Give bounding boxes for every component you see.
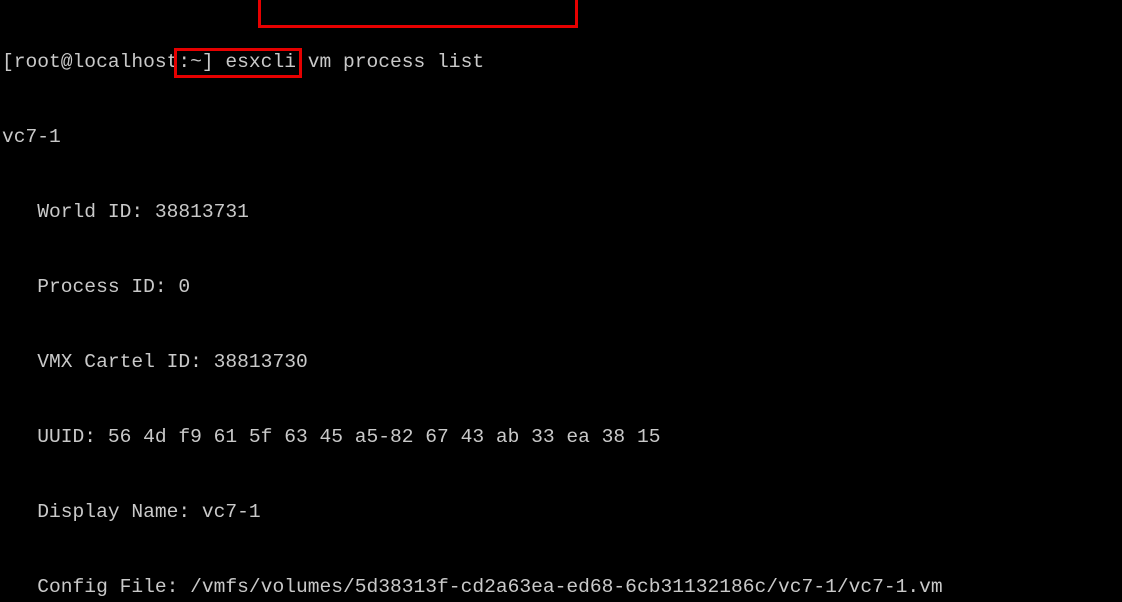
terminal-line: Display Name: vc7-1 <box>2 501 261 523</box>
terminal-line: Config File: /vmfs/volumes/5d38313f-cd2a… <box>2 576 943 598</box>
terminal-window[interactable]: [root@localhost:~] esxcli vm process lis… <box>0 0 1122 602</box>
terminal-line: UUID: 56 4d f9 61 5f 63 45 a5-82 67 43 a… <box>2 426 661 448</box>
terminal-line: [root@localhost:~] esxcli vm process lis… <box>2 51 485 73</box>
terminal-line: World ID: 38813731 <box>2 201 249 223</box>
terminal-output[interactable]: [root@localhost:~] esxcli vm process lis… <box>2 0 1122 602</box>
terminal-line: VMX Cartel ID: 38813730 <box>2 351 308 373</box>
terminal-line: vc7-1 <box>2 126 61 148</box>
terminal-line: Process ID: 0 <box>2 276 191 298</box>
